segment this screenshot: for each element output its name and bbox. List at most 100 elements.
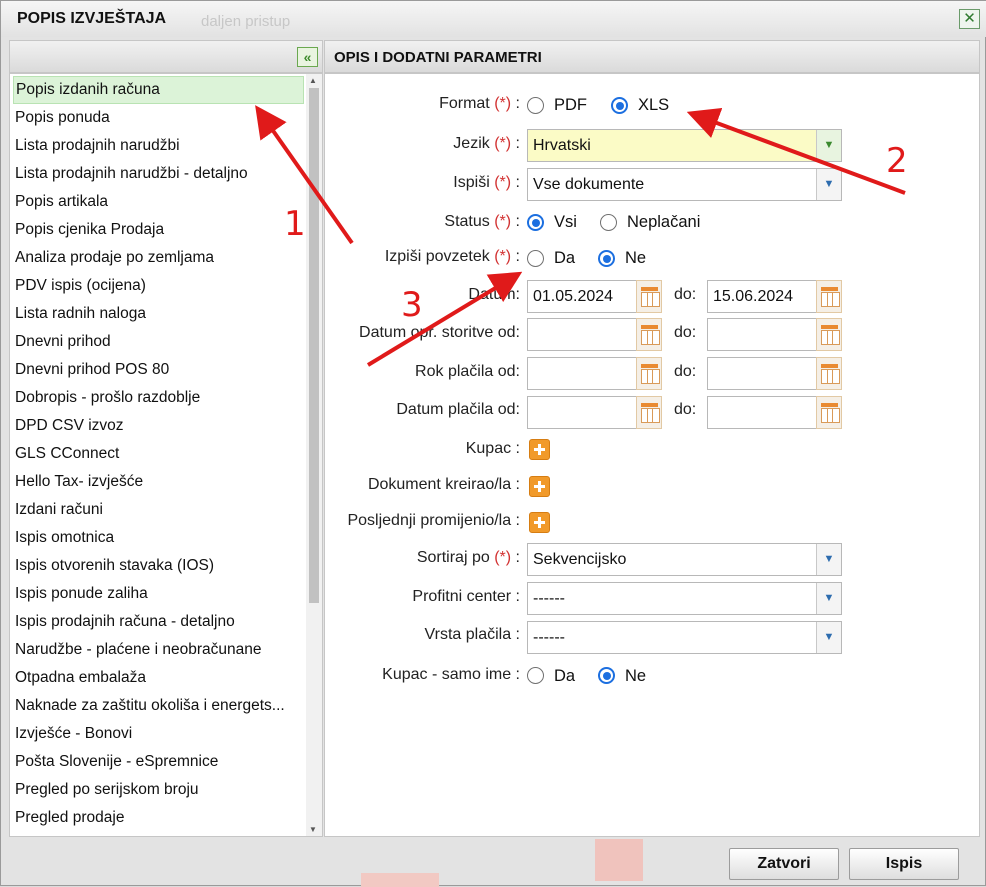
report-list-item[interactable]: Narudžbe - plaćene i neobračunane (13, 636, 304, 664)
calendar-icon[interactable] (636, 357, 662, 390)
status-neplacani-label: Neplačani (627, 213, 701, 231)
datum-placila-from-input[interactable] (527, 396, 637, 429)
add-kreirao-plus-icon[interactable] (529, 476, 550, 497)
annotation-number-2: 2 (886, 141, 908, 181)
kupac-ime-da-radio[interactable] (527, 667, 544, 684)
report-list-item[interactable]: Lista prodajnih narudžbi (13, 132, 304, 160)
jezik-select[interactable]: Hrvatski ▼ (527, 129, 842, 162)
add-kupac-plus-icon[interactable] (529, 439, 550, 460)
status-vsi-label: Vsi (554, 213, 577, 231)
add-promijenio-plus-icon[interactable] (529, 512, 550, 533)
status-vsi-radio[interactable] (527, 214, 544, 231)
report-list-item[interactable]: Hello Tax- izvješće (13, 468, 304, 496)
calendar-icon[interactable] (816, 318, 842, 351)
report-list-item[interactable]: Dnevni prihod POS 80 (13, 356, 304, 384)
datum-label: Datum: (468, 286, 520, 303)
kupac-ime-ne-radio[interactable] (598, 667, 615, 684)
calendar-icon[interactable] (636, 280, 662, 313)
report-list-item[interactable]: Ispis otvorenih stavaka (IOS) (13, 552, 304, 580)
rok-placila-to-input[interactable] (707, 357, 817, 390)
report-list-item[interactable]: Dobropis - prošlo razdoblje (13, 384, 304, 412)
scroll-thumb[interactable] (309, 88, 319, 603)
report-list-item[interactable]: Ispis omotnica (13, 524, 304, 552)
left-panel-header: « (9, 40, 323, 73)
report-list-item[interactable]: Ispis prodajnih računa - detaljno (13, 608, 304, 636)
chevron-down-icon[interactable]: ▼ (816, 169, 841, 200)
report-list-item[interactable]: Naknade za zaštitu okoliša i energets... (13, 692, 304, 720)
background-deco (361, 873, 439, 887)
report-list-item[interactable]: Popis cjenika Prodaja (13, 216, 304, 244)
status-neplacani-radio[interactable] (600, 214, 617, 231)
calendar-icon[interactable] (636, 396, 662, 429)
report-list-panel: Popis izdanih računa Popis ponuda Lista pr… (9, 73, 323, 837)
format-xls-label: XLS (638, 96, 670, 114)
chevron-down-icon[interactable]: ▼ (816, 583, 841, 614)
close-icon[interactable]: ✕ (959, 9, 980, 29)
jezik-label: Jezik (*) : (453, 135, 520, 152)
report-list-item[interactable]: Lista prodajnih narudžbi - detaljno (13, 160, 304, 188)
sortiraj-label: Sortiraj po (*) : (416, 549, 520, 566)
double-chevron-left-icon[interactable]: « (297, 47, 318, 67)
format-xls-radio[interactable] (611, 97, 628, 114)
close-button[interactable]: Zatvori (729, 848, 839, 880)
datum-opr-to-label: do: (674, 324, 697, 341)
report-list-item[interactable]: DPD CSV izvoz (13, 412, 304, 440)
report-list-item[interactable]: PDV ispis (ocijena) (13, 272, 304, 300)
kupac-label: Kupac : (465, 440, 520, 457)
vrsta-placila-select[interactable]: ------ ▼ (527, 621, 842, 654)
datum-to-input[interactable]: 15.06.2024 (707, 280, 817, 313)
report-list-item[interactable]: Popis izdanih računa (13, 76, 304, 104)
povzetek-ne-radio[interactable] (598, 250, 615, 267)
povzetek-da-radio[interactable] (527, 250, 544, 267)
ispisi-label: Ispiši (*) : (453, 174, 520, 191)
datum-placila-to-input[interactable] (707, 396, 817, 429)
report-list-item[interactable]: Izdani računi (13, 496, 304, 524)
chevron-down-icon[interactable]: ▼ (816, 544, 841, 575)
format-pdf-radio[interactable] (527, 97, 544, 114)
kupac-ime-ne-label: Ne (625, 667, 647, 685)
report-list-item[interactable]: Pregled prodaje (13, 804, 304, 832)
datum-from-input[interactable]: 01.05.2024 (527, 280, 637, 313)
report-list-item[interactable]: Analiza prodaje po zemljama (13, 244, 304, 272)
datum-placila-label: Datum plačila od: (396, 401, 520, 418)
report-list-item[interactable]: Dnevni prihod (13, 328, 304, 356)
report-list-item[interactable]: Izvješće - Bonovi (13, 720, 304, 748)
report-list-item[interactable]: Otpadna embalaža (13, 664, 304, 692)
rok-placila-from-input[interactable] (527, 357, 637, 390)
parameters-form: Format (*) : PDF XLS Jezik (*) : Hrvatsk… (324, 73, 980, 837)
posljednji-label: Posljednji promijenio/la : (347, 512, 520, 529)
profitni-select[interactable]: ------ ▼ (527, 582, 842, 615)
calendar-icon[interactable] (816, 280, 842, 313)
annotation-number-3: 3 (401, 285, 423, 325)
calendar-icon[interactable] (816, 357, 842, 390)
datum-opr-to-input[interactable] (707, 318, 817, 351)
report-list-item[interactable]: Lista radnih naloga (13, 300, 304, 328)
ispisi-select[interactable]: Vse dokumente ▼ (527, 168, 842, 201)
chevron-down-icon[interactable]: ▼ (816, 130, 841, 161)
scroll-down-icon[interactable]: ▼ (309, 825, 317, 834)
list-scrollbar[interactable]: ▲ ▼ (306, 74, 322, 836)
kupac-ime-da-label: Da (554, 667, 576, 685)
sortiraj-select[interactable]: Sekvencijsko ▼ (527, 543, 842, 576)
report-list-item[interactable]: Ispis ponude zaliha (13, 580, 304, 608)
calendar-icon[interactable] (816, 396, 842, 429)
report-list-item[interactable]: Popis artikala (13, 188, 304, 216)
dokument-kreirao-label: Dokument kreirao/la : (367, 476, 520, 493)
report-list-item[interactable]: GLS CConnect (13, 440, 304, 468)
calendar-icon[interactable] (636, 318, 662, 351)
print-button[interactable]: Ispis (849, 848, 959, 880)
datum-opr-from-input[interactable] (527, 318, 637, 351)
report-dialog: POPIS IZVJEŠTAJA daljen pristup ✕ « Popi… (0, 0, 986, 887)
datum-to-label: do: (674, 286, 697, 303)
scroll-up-icon[interactable]: ▲ (309, 76, 317, 85)
report-list-item[interactable]: Popis ponuda (13, 104, 304, 132)
povzetek-da-label: Da (554, 249, 576, 267)
report-list-item[interactable]: Pošta Slovenije - eSpremnice (13, 748, 304, 776)
rok-placila-label: Rok plačila od: (415, 363, 520, 380)
report-list: Popis izdanih računa Popis ponuda Lista pr… (10, 74, 322, 832)
chevron-down-icon[interactable]: ▼ (816, 622, 841, 653)
povzetek-label: Izpiši povzetek (*) : (384, 248, 520, 265)
format-pdf-label: PDF (554, 96, 587, 114)
report-list-item[interactable]: Pregled po serijskom broju (13, 776, 304, 804)
dialog-titlebar: POPIS IZVJEŠTAJA daljen pristup ✕ (1, 1, 986, 37)
